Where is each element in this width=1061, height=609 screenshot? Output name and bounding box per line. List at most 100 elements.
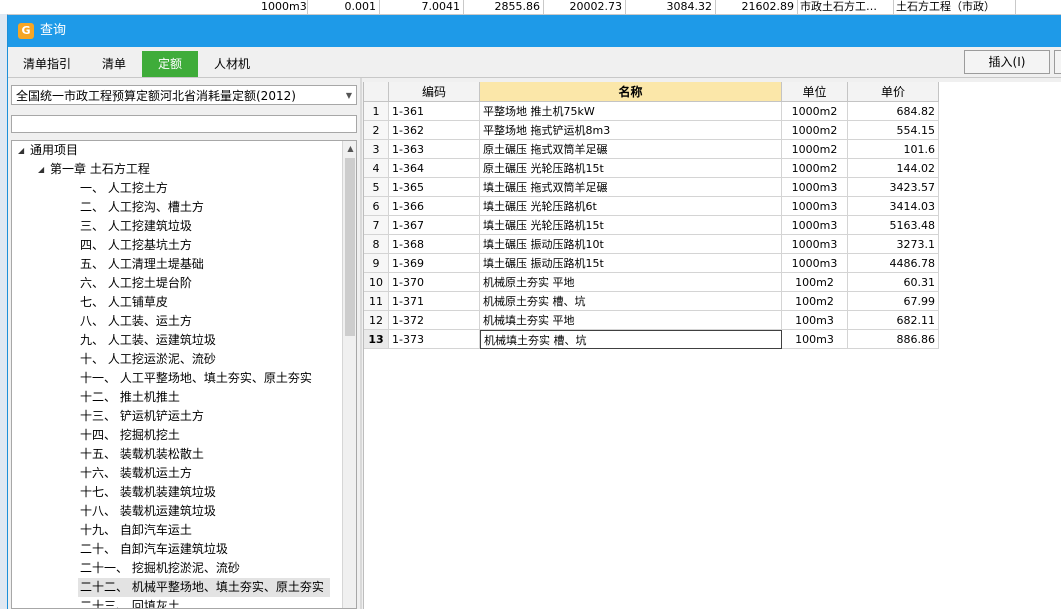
tree-item[interactable]: 十八、 装载机运建筑垃圾 xyxy=(78,502,222,521)
tree-item[interactable]: 二十二、 机械平整场地、填土夯实、原土夯实 xyxy=(78,578,330,597)
cell-unit[interactable]: 1000m2 xyxy=(782,140,848,159)
tab-labor-material-machine[interactable]: 人材机 xyxy=(204,51,260,77)
tree-expand-icon[interactable]: ◢ xyxy=(38,160,44,179)
tree-item[interactable]: 十一、 人工平整场地、填土夯实、原土夯实 xyxy=(78,369,318,388)
row-number[interactable]: 13 xyxy=(364,330,389,349)
row-number[interactable]: 5 xyxy=(364,178,389,197)
cell-code[interactable]: 1-367 xyxy=(389,216,480,235)
tree-item[interactable]: 十六、 装载机运土方 xyxy=(78,464,198,483)
row-number[interactable]: 6 xyxy=(364,197,389,216)
cell-name[interactable]: 填土碾压 光轮压路机15t xyxy=(480,216,782,235)
cell-unit[interactable]: 100m3 xyxy=(782,311,848,330)
cell-unit[interactable]: 100m2 xyxy=(782,273,848,292)
cell-price[interactable]: 144.02 xyxy=(848,159,939,178)
cell-price[interactable]: 60.31 xyxy=(848,273,939,292)
cell-name[interactable]: 机械原土夯实 平地 xyxy=(480,273,782,292)
cell-unit[interactable]: 1000m2 xyxy=(782,121,848,140)
cell-name[interactable]: 机械原土夯实 槽、坑 xyxy=(480,292,782,311)
tree-item[interactable]: 一、 人工挖土方 xyxy=(78,179,174,198)
tree-scrollbar[interactable]: ▲ xyxy=(342,141,356,608)
cell-price[interactable]: 101.6 xyxy=(848,140,939,159)
cell-unit[interactable]: 1000m3 xyxy=(782,235,848,254)
tab-bill[interactable]: 清单 xyxy=(86,51,142,77)
tree-item[interactable]: 三、 人工挖建筑垃圾 xyxy=(78,217,198,236)
tab-quota[interactable]: 定额 xyxy=(142,51,198,77)
cell-price[interactable]: 684.82 xyxy=(848,102,939,121)
tree-item[interactable]: 八、 人工装、运土方 xyxy=(78,312,198,331)
cell-code[interactable]: 1-364 xyxy=(389,159,480,178)
cell-name[interactable]: 填土碾压 拖式双筒羊足碾 xyxy=(480,178,782,197)
cell-code[interactable]: 1-362 xyxy=(389,121,480,140)
tree-item[interactable]: 十三、 铲运机铲运土方 xyxy=(78,407,210,426)
cell-name[interactable]: 机械填土夯实 槽、坑 xyxy=(480,330,782,349)
cell-code[interactable]: 1-369 xyxy=(389,254,480,273)
tree-item[interactable]: 十、 人工挖运淤泥、流砂 xyxy=(78,350,222,369)
panel-splitter[interactable] xyxy=(360,78,362,609)
row-number[interactable]: 4 xyxy=(364,159,389,178)
cell-unit[interactable]: 100m3 xyxy=(782,330,848,349)
tree-item[interactable]: 四、 人工挖基坑土方 xyxy=(78,236,198,255)
tree-item[interactable]: 二、 人工挖沟、槽土方 xyxy=(78,198,210,217)
cell-name[interactable]: 平整场地 拖式铲运机8m3 xyxy=(480,121,782,140)
tree-item[interactable]: 六、 人工挖土堤台阶 xyxy=(78,274,198,293)
cell-code[interactable]: 1-370 xyxy=(389,273,480,292)
cell-code[interactable]: 1-373 xyxy=(389,330,480,349)
cell-price[interactable]: 5163.48 xyxy=(848,216,939,235)
row-number[interactable]: 12 xyxy=(364,311,389,330)
cell-name[interactable]: 原土碾压 拖式双筒羊足碾 xyxy=(480,140,782,159)
cell-unit[interactable]: 1000m3 xyxy=(782,197,848,216)
tree-item[interactable]: 二十一、 挖掘机挖淤泥、流砂 xyxy=(78,559,246,578)
row-number[interactable]: 10 xyxy=(364,273,389,292)
tree-item[interactable]: 二十、 自卸汽车运建筑垃圾 xyxy=(78,540,234,559)
quota-library-select[interactable]: 全国统一市政工程预算定额河北省消耗量定额(2012) ▼ xyxy=(11,85,357,105)
cell-unit[interactable]: 1000m3 xyxy=(782,254,848,273)
row-number[interactable]: 8 xyxy=(364,235,389,254)
tree-item[interactable]: 五、 人工清理土堤基础 xyxy=(78,255,210,274)
cell-unit[interactable]: 1000m3 xyxy=(782,216,848,235)
row-number[interactable]: 9 xyxy=(364,254,389,273)
cell-price[interactable]: 3423.57 xyxy=(848,178,939,197)
row-number[interactable]: 1 xyxy=(364,102,389,121)
column-header-name[interactable]: 名称 xyxy=(480,82,782,102)
cell-price[interactable]: 554.15 xyxy=(848,121,939,140)
cell-name[interactable]: 机械填土夯实 平地 xyxy=(480,311,782,330)
cell-price[interactable]: 67.99 xyxy=(848,292,939,311)
cell-name[interactable]: 原土碾压 光轮压路机15t xyxy=(480,159,782,178)
search-input[interactable] xyxy=(11,115,357,133)
row-number[interactable]: 2 xyxy=(364,121,389,140)
cell-price[interactable]: 3414.03 xyxy=(848,197,939,216)
cell-code[interactable]: 1-372 xyxy=(389,311,480,330)
next-button-partial[interactable] xyxy=(1054,50,1061,74)
cell-price[interactable]: 886.86 xyxy=(848,330,939,349)
scroll-up-arrow-icon[interactable]: ▲ xyxy=(343,141,356,156)
cell-unit[interactable]: 100m2 xyxy=(782,292,848,311)
tree-item[interactable]: ◢ 第一章 土石方工程 xyxy=(12,160,156,179)
cell-code[interactable]: 1-366 xyxy=(389,197,480,216)
column-header-unit[interactable]: 单位 xyxy=(782,82,848,102)
cell-unit[interactable]: 1000m2 xyxy=(782,102,848,121)
cell-price[interactable]: 4486.78 xyxy=(848,254,939,273)
cell-code[interactable]: 1-361 xyxy=(389,102,480,121)
cell-name[interactable]: 填土碾压 振动压路机10t xyxy=(480,235,782,254)
dialog-title-bar[interactable]: G 查询 xyxy=(8,15,1061,47)
cell-name[interactable]: 填土碾压 振动压路机15t xyxy=(480,254,782,273)
tree-item[interactable]: 十七、 装载机装建筑垃圾 xyxy=(78,483,222,502)
cell-unit[interactable]: 1000m2 xyxy=(782,159,848,178)
scroll-thumb[interactable] xyxy=(345,158,355,336)
cell-name[interactable]: 填土碾压 光轮压路机6t xyxy=(480,197,782,216)
row-number[interactable]: 11 xyxy=(364,292,389,311)
tree-item[interactable]: 十二、 推土机推土 xyxy=(78,388,186,407)
cell-code[interactable]: 1-365 xyxy=(389,178,480,197)
tree-item[interactable]: ◢ 通用项目 xyxy=(12,141,84,160)
insert-button[interactable]: 插入(I) xyxy=(964,50,1050,74)
tree-expand-icon[interactable]: ◢ xyxy=(18,141,24,160)
cell-code[interactable]: 1-371 xyxy=(389,292,480,311)
column-header-price[interactable]: 单价 xyxy=(848,82,939,102)
tree-item[interactable]: 九、 人工装、运建筑垃圾 xyxy=(78,331,222,350)
column-header-code[interactable]: 编码 xyxy=(389,82,480,102)
tree-item[interactable]: 七、 人工铺草皮 xyxy=(78,293,174,312)
cell-price[interactable]: 682.11 xyxy=(848,311,939,330)
cell-unit[interactable]: 1000m3 xyxy=(782,178,848,197)
cell-code[interactable]: 1-368 xyxy=(389,235,480,254)
cell-code[interactable]: 1-363 xyxy=(389,140,480,159)
